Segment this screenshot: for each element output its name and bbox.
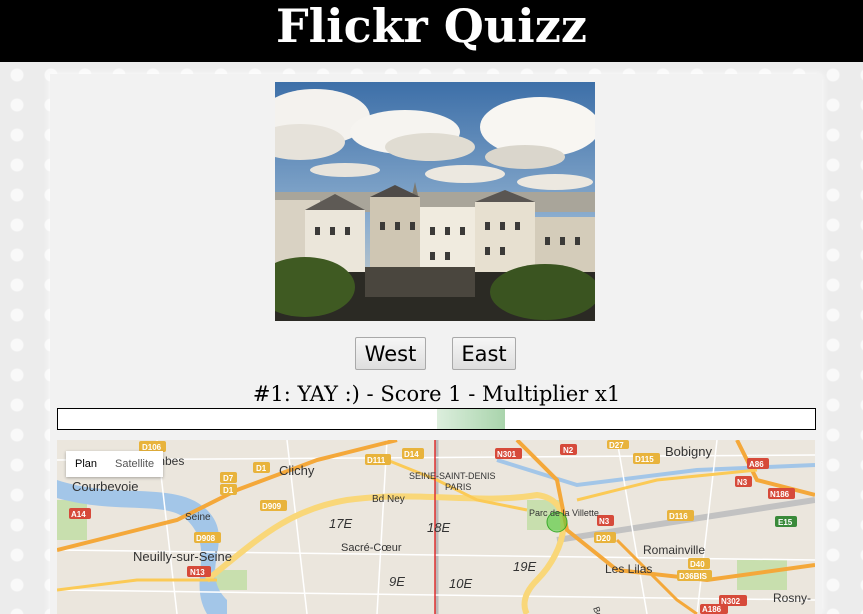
svg-text:N3: N3	[737, 478, 748, 487]
svg-text:D27: D27	[609, 441, 624, 450]
app-header: Flickr Quizz	[0, 0, 863, 62]
svg-text:D908: D908	[196, 534, 216, 543]
arrondissement-label: 17E	[329, 516, 352, 531]
svg-text:D909: D909	[262, 502, 282, 511]
svg-text:D36BIS: D36BIS	[679, 572, 708, 581]
page-title: Flickr Quizz	[276, 0, 587, 53]
place-label: Les Lilas	[605, 562, 652, 576]
place-label: Rosny-	[773, 591, 811, 605]
map-type-satellite-button[interactable]: Satellite	[106, 451, 163, 477]
map-type-plan-button[interactable]: Plan	[66, 451, 106, 477]
place-label: Clichy	[279, 463, 315, 478]
quiz-photo	[275, 82, 595, 321]
svg-text:N186: N186	[770, 490, 790, 499]
arrondissement-label: 10E	[449, 576, 472, 591]
place-label: Seine	[185, 512, 211, 523]
svg-text:D40: D40	[690, 560, 705, 569]
svg-text:D116: D116	[669, 512, 688, 521]
svg-text:N2: N2	[563, 446, 574, 455]
map-type-control: Plan Satellite	[66, 451, 164, 477]
arrondissement-label: 9E	[389, 574, 405, 589]
place-label: Courbevoie	[72, 479, 139, 494]
place-label: PARIS	[445, 482, 471, 492]
place-label: SEINE-SAINT-DENIS	[409, 471, 496, 481]
svg-text:A86: A86	[749, 460, 764, 469]
park-area	[57, 500, 87, 540]
svg-text:D111: D111	[367, 456, 386, 465]
place-label: Sacré-Cœur	[341, 542, 402, 554]
map-canvas[interactable]: D106 D7 D1 D1 D111 D14 N301 N2 D27 D115 …	[57, 440, 815, 614]
place-label: Bobigny	[665, 444, 712, 459]
svg-text:N301: N301	[497, 450, 517, 459]
svg-text:D7: D7	[223, 474, 234, 483]
arrondissement-label: 18E	[427, 520, 450, 535]
map-view[interactable]: D106 D7 D1 D1 D111 D14 N301 N2 D27 D115 …	[57, 440, 815, 614]
photo-image	[275, 82, 595, 321]
svg-text:D1: D1	[256, 464, 267, 473]
arrondissement-label: 19E	[513, 559, 536, 574]
east-button[interactable]: East	[452, 337, 516, 370]
svg-text:D1: D1	[223, 486, 234, 495]
svg-text:N3: N3	[599, 517, 610, 526]
score-status: #1: YAY :) - Score 1 - Multiplier x1	[252, 382, 621, 406]
place-label: Romainville	[643, 543, 705, 557]
place-label: Neuilly-sur-Seine	[133, 549, 232, 564]
place-label: Bd Ney	[372, 494, 405, 505]
west-button[interactable]: West	[355, 337, 426, 370]
svg-text:E15: E15	[778, 518, 793, 527]
progress-fill	[437, 409, 505, 429]
svg-text:A14: A14	[71, 510, 86, 519]
svg-text:D20: D20	[596, 534, 611, 543]
svg-text:A186: A186	[702, 605, 722, 614]
svg-text:D14: D14	[404, 450, 419, 459]
place-label: Parc de la Villette	[529, 508, 599, 518]
progress-bar	[57, 408, 816, 430]
svg-text:N13: N13	[190, 568, 205, 577]
svg-text:D115: D115	[635, 455, 654, 464]
